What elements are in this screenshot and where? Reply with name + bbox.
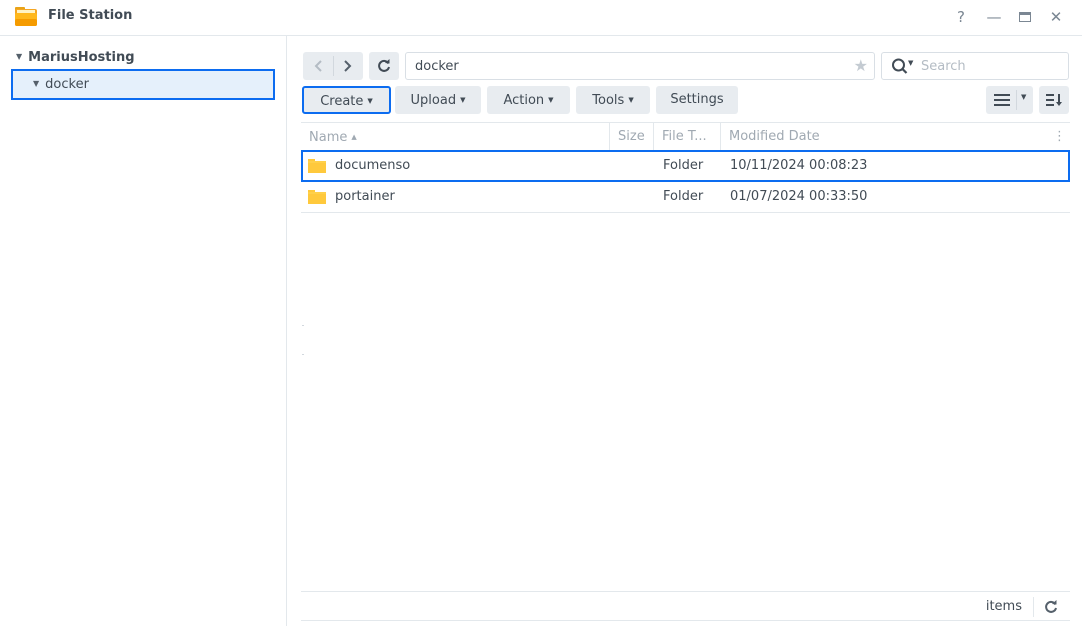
file-type: Folder xyxy=(663,158,704,173)
expand-triangle-icon[interactable]: ▼ xyxy=(16,52,22,61)
forward-button[interactable] xyxy=(333,52,363,80)
chevron-left-icon xyxy=(314,60,322,72)
close-button[interactable]: ✕ xyxy=(1045,6,1067,28)
title-bar: File Station ? — ✕ xyxy=(0,0,1082,36)
file-table: Name ▲ Size File T... Modified Date ⋮ doc… xyxy=(301,122,1070,213)
tree-node-label: docker xyxy=(45,77,89,92)
refresh-button[interactable] xyxy=(369,52,399,80)
modified-date: 10/11/2024 00:08:23 xyxy=(730,158,868,173)
tree-node-label: MariusHosting xyxy=(28,50,135,65)
minimize-button[interactable]: — xyxy=(983,6,1005,28)
caret-down-icon: ▼ xyxy=(367,97,373,105)
column-label: Size xyxy=(618,129,645,144)
column-header-modified-date[interactable]: Modified Date xyxy=(721,123,1051,151)
button-label: Action xyxy=(503,93,545,108)
action-button[interactable]: Action ▼ xyxy=(487,86,570,114)
folder-icon xyxy=(308,159,326,173)
item-count-label: items xyxy=(985,599,1022,614)
maximize-icon xyxy=(1019,12,1031,22)
path-field[interactable]: docker ★ xyxy=(405,52,875,80)
expand-triangle-icon[interactable]: ▼ xyxy=(33,79,39,88)
maximize-button[interactable] xyxy=(1014,6,1036,28)
search-placeholder: Search xyxy=(921,59,966,74)
sort-button[interactable] xyxy=(1039,86,1069,114)
search-icon[interactable] xyxy=(891,57,909,75)
divider xyxy=(1016,90,1017,110)
list-view-icon[interactable] xyxy=(994,94,1010,106)
file-type: Folder xyxy=(663,189,704,204)
upload-button[interactable]: Upload ▼ xyxy=(395,86,481,114)
button-label: Tools xyxy=(592,93,625,108)
folder-icon xyxy=(308,190,326,204)
column-header-size[interactable]: Size xyxy=(610,123,654,151)
divider xyxy=(1033,597,1034,617)
divider xyxy=(302,354,304,355)
file-station-icon xyxy=(15,7,37,26)
file-name: portainer xyxy=(335,189,395,204)
column-options-icon[interactable]: ⋮ xyxy=(1053,123,1066,151)
column-header-file-type[interactable]: File T... xyxy=(654,123,721,151)
search-options-caret-icon[interactable]: ▼ xyxy=(908,59,913,67)
file-name: documenso xyxy=(335,158,411,173)
caret-down-icon: ▼ xyxy=(548,96,554,104)
chevron-right-icon xyxy=(344,60,352,72)
app-title: File Station xyxy=(48,8,133,23)
search-input[interactable]: ▼ Search xyxy=(881,52,1069,80)
refresh-icon xyxy=(1045,600,1057,613)
help-button[interactable]: ? xyxy=(950,6,972,28)
sort-ascending-icon: ▲ xyxy=(351,133,357,141)
sort-icon xyxy=(1046,94,1062,106)
button-label: Settings xyxy=(670,92,724,107)
column-label: Name xyxy=(309,130,348,145)
modified-date: 01/07/2024 00:33:50 xyxy=(730,189,868,204)
favorite-star-icon[interactable]: ★ xyxy=(854,56,868,75)
settings-button[interactable]: Settings xyxy=(656,86,738,114)
refresh-icon xyxy=(378,59,390,72)
tools-button[interactable]: Tools ▼ xyxy=(576,86,650,114)
tree-node-docker[interactable]: ▼ docker xyxy=(11,69,275,100)
caret-down-icon: ▼ xyxy=(628,96,634,104)
back-button[interactable] xyxy=(303,52,333,80)
column-label: File T... xyxy=(662,129,707,144)
view-options-caret-icon[interactable]: ▼ xyxy=(1021,93,1026,101)
table-header: Name ▲ Size File T... Modified Date ⋮ xyxy=(301,122,1070,151)
status-bar: items xyxy=(301,591,1070,621)
history-nav xyxy=(303,52,363,80)
file-browser: docker ★ ▼ Search Create ▼ Upload ▼ Action… xyxy=(288,36,1082,626)
divider xyxy=(302,325,304,326)
table-row[interactable]: documenso Folder 10/11/2024 00:08:23 xyxy=(301,150,1070,182)
column-label: Modified Date xyxy=(729,129,820,144)
button-label: Upload xyxy=(410,93,457,108)
tree-node-root[interactable]: ▼ MariusHosting xyxy=(16,50,135,65)
create-button[interactable]: Create ▼ xyxy=(302,86,391,114)
path-text: docker xyxy=(415,59,459,74)
status-refresh-button[interactable] xyxy=(1044,596,1058,618)
column-header-name[interactable]: Name ▲ xyxy=(301,123,610,151)
caret-down-icon: ▼ xyxy=(460,96,466,104)
table-row[interactable]: portainer Folder 01/07/2024 00:33:50 xyxy=(301,182,1070,213)
button-label: Create xyxy=(320,94,364,109)
folder-tree: ▼ MariusHosting ▼ docker xyxy=(0,36,287,626)
view-mode-toggle: ▼ xyxy=(986,86,1033,114)
